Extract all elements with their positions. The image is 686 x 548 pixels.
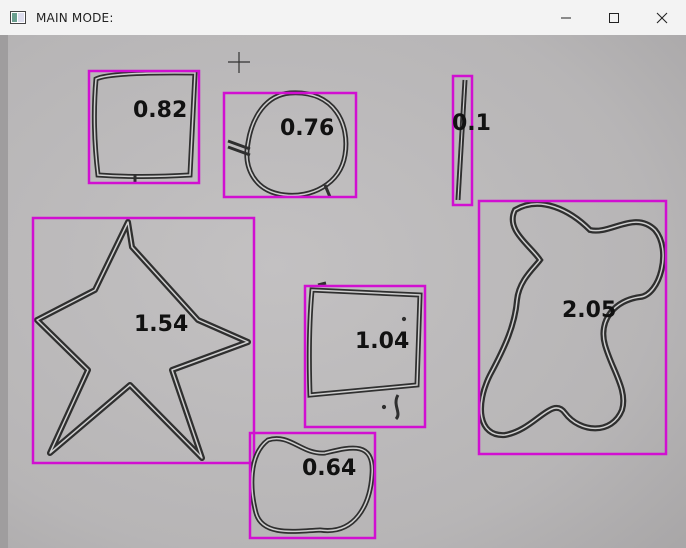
camera-feed-canvas[interactable]: 0.82 0.76 0.1 1.54 1.04 2.05 0.64 — [0, 35, 686, 548]
maximize-button[interactable] — [590, 0, 638, 35]
window-controls — [542, 0, 686, 35]
app-window-icon — [10, 11, 28, 25]
close-icon — [656, 12, 668, 23]
app-window: MAIN MODE: 0.82 0.76 0.1 1.54 1.04 2.05 … — [0, 0, 686, 548]
detection-label: 0.76 — [280, 116, 334, 141]
detection-label: 0.82 — [133, 98, 187, 123]
maximize-icon — [609, 12, 619, 23]
close-button[interactable] — [638, 0, 686, 35]
detection-label: 1.54 — [134, 312, 188, 337]
left-edge-shadow — [0, 35, 8, 548]
detection-label: 0.64 — [302, 456, 356, 481]
detection-label: 1.04 — [355, 329, 409, 354]
detection-label: 0.1 — [452, 111, 491, 136]
camera-feed[interactable]: 0.82 0.76 0.1 1.54 1.04 2.05 0.64 — [0, 35, 686, 548]
detection-label: 2.05 — [562, 298, 616, 323]
minimize-icon — [561, 17, 571, 18]
minimize-button[interactable] — [542, 0, 590, 35]
window-title: MAIN MODE: — [36, 10, 114, 25]
title-bar[interactable]: MAIN MODE: — [0, 0, 686, 35]
